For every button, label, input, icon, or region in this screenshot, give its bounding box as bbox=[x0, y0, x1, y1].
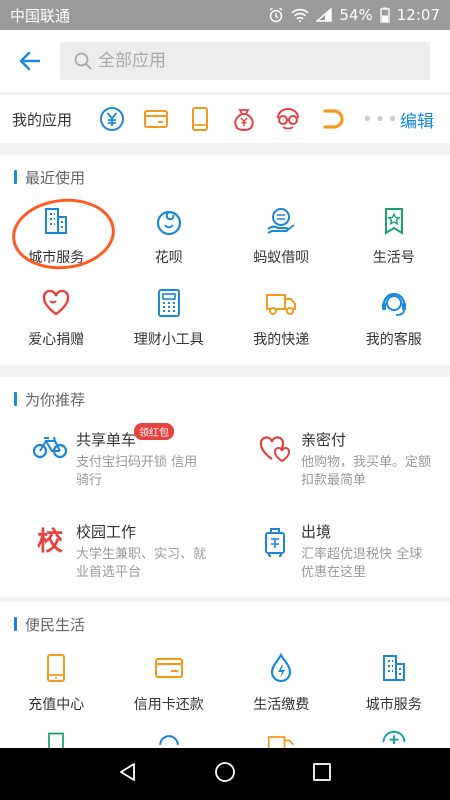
app-utilities[interactable]: 生活缴费 bbox=[225, 646, 338, 728]
clock: 12:07 bbox=[396, 6, 440, 24]
yuan-circle-icon[interactable] bbox=[92, 99, 132, 139]
battery-percent: 54% bbox=[339, 6, 373, 24]
my-apps-bar: 我的应用 ••• 编辑 bbox=[0, 95, 450, 143]
calculator-icon bbox=[151, 285, 187, 321]
water-drop-icon bbox=[263, 650, 299, 686]
app-life-account[interactable]: 生活号 bbox=[338, 199, 450, 281]
hand-loan-icon bbox=[263, 203, 299, 239]
app-label: 生活号 bbox=[372, 250, 415, 266]
headset-icon bbox=[376, 285, 412, 321]
phone-recharge-icon[interactable] bbox=[180, 99, 220, 139]
heart-icon bbox=[38, 285, 74, 321]
status-bar: 中国联通 54% 12:07 bbox=[0, 0, 450, 30]
rec-title: 亲密付 bbox=[301, 431, 347, 449]
edit-button[interactable]: 编辑 bbox=[400, 107, 434, 132]
app-label: 我的客服 bbox=[365, 332, 422, 348]
app-huabei[interactable]: 花呗 bbox=[113, 199, 226, 281]
life-title: 便民生活 bbox=[25, 615, 86, 634]
life-section: 便民生活 充值中心 信用卡还款 生活缴费 城市服务 bbox=[0, 602, 450, 752]
rec-title: 出境 bbox=[301, 523, 332, 541]
header bbox=[0, 30, 450, 92]
app-jiebei[interactable]: 蚂蚁借呗 bbox=[225, 199, 338, 281]
section-title: 最近使用 bbox=[0, 155, 450, 199]
app-recharge-center[interactable]: 充值中心 bbox=[0, 646, 113, 728]
rec-overseas[interactable]: 出境 汇率超优退税快 全球优惠在这里 bbox=[225, 513, 450, 605]
money-bag-icon[interactable] bbox=[224, 99, 264, 139]
bookmark-star-icon bbox=[376, 203, 412, 239]
school-job-icon: 校 bbox=[30, 521, 70, 561]
back-triangle-icon[interactable] bbox=[118, 762, 138, 786]
bank-card-icon[interactable] bbox=[136, 99, 176, 139]
recent-title: 最近使用 bbox=[25, 168, 86, 187]
glasses-face-icon[interactable] bbox=[268, 99, 308, 139]
search-input[interactable] bbox=[98, 51, 398, 71]
recommend-section: 为你推荐 共享单车 支付宝扫码开锁 信用骑行 领红包 亲密付 他购物，我买单。定… bbox=[0, 377, 450, 597]
app-label: 城市服务 bbox=[365, 697, 422, 713]
recents-square-icon[interactable] bbox=[312, 762, 332, 786]
search-box[interactable] bbox=[60, 42, 430, 80]
app-express[interactable]: 我的快递 bbox=[225, 281, 338, 363]
rec-intimate-pay[interactable]: 亲密付 他购物，我买单。定额扣款最简单 bbox=[225, 421, 450, 513]
wifi-icon bbox=[291, 8, 310, 22]
my-apps-label: 我的应用 bbox=[12, 110, 73, 129]
truck-icon bbox=[263, 285, 299, 321]
arrow-left-icon bbox=[19, 51, 41, 71]
more-dots-icon[interactable]: ••• bbox=[362, 109, 398, 130]
rec-desc: 大学生兼职、实习、就业首选平台 bbox=[76, 547, 207, 580]
app-label: 蚂蚁借呗 bbox=[253, 250, 310, 266]
app-label: 花呗 bbox=[154, 250, 183, 266]
rec-title: 校园工作 bbox=[76, 523, 137, 541]
rec-campus-job[interactable]: 校 校园工作 大学生兼职、实习、就业首选平台 bbox=[0, 513, 225, 605]
app-label: 理财小工具 bbox=[133, 332, 204, 348]
rec-desc: 支付宝扫码开锁 信用骑行 bbox=[76, 455, 198, 488]
app-label: 生活缴费 bbox=[253, 697, 310, 713]
app-label: 我的快递 bbox=[253, 332, 310, 348]
red-packet-badge: 领红包 bbox=[134, 423, 174, 440]
rec-desc: 他购物，我买单。定额扣款最简单 bbox=[301, 455, 432, 488]
app-credit-card[interactable]: 信用卡还款 bbox=[113, 646, 226, 728]
app-finance-tools[interactable]: 理财小工具 bbox=[113, 281, 226, 363]
app-customer-service[interactable]: 我的客服 bbox=[338, 281, 450, 363]
home-circle-icon[interactable] bbox=[214, 761, 236, 787]
credit-card-icon bbox=[151, 650, 187, 686]
section-title: 便民生活 bbox=[0, 602, 450, 646]
alarm-icon bbox=[268, 7, 284, 23]
school-glyph: 校 bbox=[36, 527, 63, 557]
battery-icon bbox=[380, 7, 390, 23]
phone-recharge-icon bbox=[38, 650, 74, 686]
recommend-title: 为你推荐 bbox=[25, 390, 86, 409]
back-button[interactable] bbox=[0, 30, 60, 92]
app-city-service-2[interactable]: 城市服务 bbox=[338, 646, 450, 728]
section-title: 为你推荐 bbox=[0, 377, 450, 421]
app-label: 充值中心 bbox=[28, 697, 85, 713]
app-label: 爱心捐赠 bbox=[28, 332, 85, 348]
carrier-name: 中国联通 bbox=[10, 6, 71, 25]
system-nav-bar bbox=[0, 748, 450, 800]
huabei-icon bbox=[151, 203, 187, 239]
rec-desc: 汇率超优退税快 全球优惠在这里 bbox=[301, 547, 423, 580]
search-icon bbox=[74, 52, 92, 70]
signal-icon bbox=[316, 8, 333, 22]
city-building-icon bbox=[376, 650, 412, 686]
luggage-icon bbox=[255, 521, 295, 561]
didi-icon[interactable] bbox=[312, 99, 352, 139]
hearts-icon bbox=[255, 429, 295, 469]
app-label: 信用卡还款 bbox=[133, 697, 204, 713]
app-donation[interactable]: 爱心捐赠 bbox=[0, 281, 113, 363]
rec-shared-bike[interactable]: 共享单车 支付宝扫码开锁 信用骑行 领红包 bbox=[0, 421, 225, 513]
bicycle-icon bbox=[30, 429, 70, 469]
